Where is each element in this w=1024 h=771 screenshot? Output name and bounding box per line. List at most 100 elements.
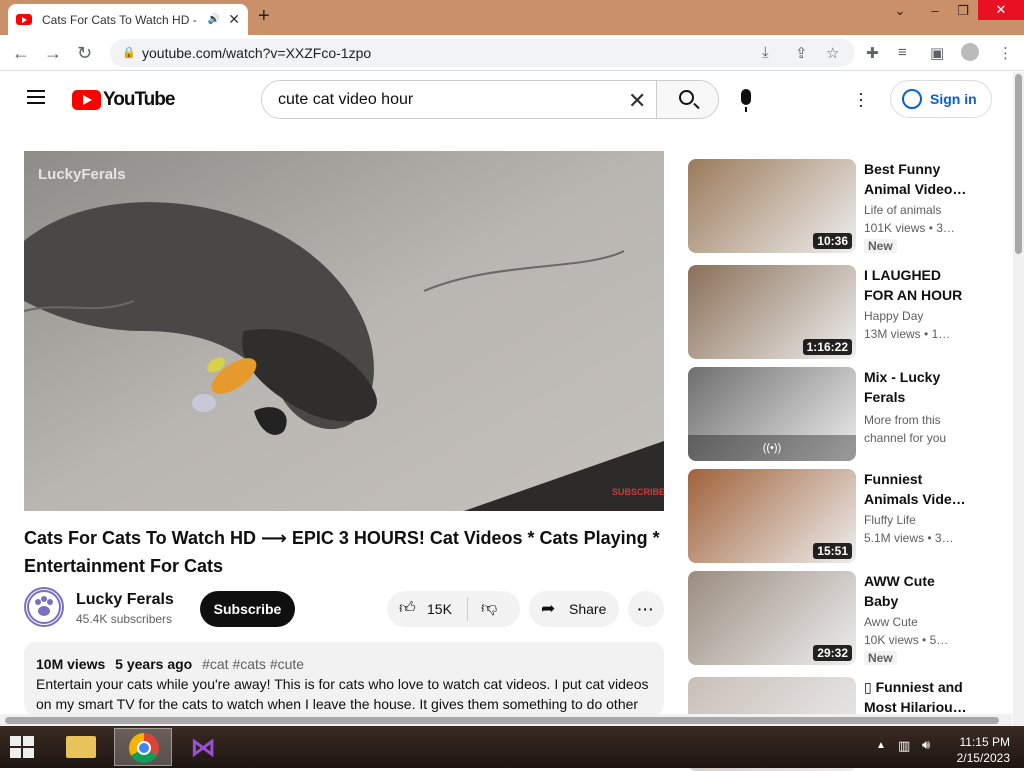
logo-text: YouTube — [103, 89, 175, 110]
recommendation-title[interactable]: I LAUGHED FOR AN HOUR😹… — [864, 265, 970, 305]
search-icon — [679, 90, 694, 105]
recommendation-stats: 10K views • 5… — [864, 633, 949, 647]
windows-taskbar: ⋈ ▲ ▥ 🔊︎ 11:15 PM 2/15/2023 — [0, 726, 1024, 768]
kebab-icon[interactable]: · · · — [858, 84, 864, 114]
mix-radio-icon: ((•)) — [688, 435, 856, 461]
view-count: 10M views — [36, 656, 106, 672]
like-icon[interactable]: 👍︎ — [399, 591, 416, 627]
address-bar[interactable]: 🔒 youtube.com/watch?v=XXZFco-1zpo — [110, 39, 855, 67]
recommendation-thumbnail[interactable]: 1:16:22 — [688, 265, 856, 359]
volume-icon[interactable]: 🔊︎ — [922, 737, 930, 753]
extensions-icon[interactable]: ✚ — [866, 44, 879, 62]
recommendation-item[interactable]: ((•)) Mix - Lucky Ferals More from this ch… — [688, 367, 998, 461]
tab-title: Cats For Cats To Watch HD - — [42, 12, 197, 27]
sidepanel-icon[interactable]: ▣ — [930, 44, 944, 62]
recommendation-thumbnail[interactable]: ((•)) — [688, 367, 856, 461]
more-actions-button[interactable]: ··· — [628, 591, 664, 627]
video-player[interactable]: LuckyFerals SUBSCRIBE — [24, 151, 664, 511]
horizontal-scrollbar[interactable] — [0, 714, 1012, 726]
more-icon: ··· — [637, 601, 655, 617]
dislike-icon[interactable]: 👎︎ — [481, 591, 497, 627]
youtube-header: YouTube ✕ ··· Sign in — [0, 72, 1012, 126]
duration-badge: 10:36 — [813, 233, 852, 249]
recommendation-item[interactable]: 1:16:22 I LAUGHED FOR AN HOUR😹… Happy Day 1… — [688, 265, 998, 359]
search-box: ✕ — [261, 80, 719, 119]
visual-studio-icon[interactable]: ⋈ — [176, 728, 234, 766]
system-clock[interactable]: 11:15 PM 2/15/2023 — [950, 734, 1010, 766]
clock-date: 2/15/2023 — [956, 751, 1010, 765]
url-text: youtube.com/watch?v=XXZFco-1zpo — [142, 45, 372, 61]
recommendation-thumbnail[interactable]: 15:51 — [688, 469, 856, 563]
subscriber-count: 45.4K subscribers — [76, 612, 173, 626]
upload-age: 5 years ago — [115, 656, 193, 672]
recommendation-channel: Happy Day — [864, 309, 924, 323]
close-icon[interactable]: ✕ — [228, 11, 240, 28]
windows-start-icon[interactable] — [10, 736, 36, 760]
subscribe-overlay[interactable]: SUBSCRIBE — [612, 487, 664, 497]
hashtags[interactable]: #cat #cats #cute — [202, 656, 304, 672]
file-explorer-icon[interactable] — [52, 728, 110, 766]
browser-tab[interactable]: Cats For Cats To Watch HD - 🔊 ✕ — [8, 4, 248, 35]
recommendation-title[interactable]: ▯ Funniest and Most Hilariou… — [864, 677, 970, 717]
like-count[interactable]: 15K — [427, 591, 452, 627]
description-box[interactable]: 10M views 5 years ago #cat #cats #cute E… — [24, 642, 664, 716]
search-button[interactable] — [656, 81, 718, 118]
subscribe-button[interactable]: Subscribe — [200, 591, 295, 627]
description-meta: 10M views 5 years ago #cat #cats #cute — [36, 654, 652, 674]
back-icon[interactable]: ← — [12, 43, 30, 64]
plus-icon[interactable]: + — [258, 5, 270, 28]
recommendation-title[interactable]: Best Funny Animal Video… — [864, 159, 970, 199]
share-icon[interactable]: ⇪ — [795, 44, 808, 62]
tab-search-icon[interactable]: ⌄ — [890, 0, 910, 24]
recommendation-stats: 5.1M views • 3… — [864, 531, 954, 545]
share-button[interactable]: ➦ Share — [529, 591, 619, 627]
recommendation-stats: 101K views • 3… — [864, 221, 955, 235]
recommendation-title[interactable]: Funniest Animals Vide… — [864, 469, 970, 509]
speaker-icon[interactable]: 🔊 — [208, 14, 220, 25]
window-close-icon[interactable]: ✕ — [978, 0, 1024, 20]
recommendation-item[interactable]: 10:36 Best Funny Animal Video… Life of ani… — [688, 159, 998, 253]
recommendation-title[interactable]: Mix - Lucky Ferals — [864, 367, 970, 407]
recommendation-channel: More from this channel for you — [864, 413, 947, 445]
recommendation-thumbnail[interactable]: 29:32 — [688, 571, 856, 665]
network-icon[interactable]: ▥ — [898, 738, 910, 754]
new-badge: New — [864, 651, 897, 665]
minimize-icon[interactable]: – — [920, 0, 950, 24]
hamburger-icon[interactable] — [27, 90, 45, 104]
restore-icon[interactable]: ❐ — [950, 0, 976, 24]
reload-icon[interactable]: ↻ — [77, 43, 92, 64]
sign-in-label: Sign in — [930, 91, 977, 107]
recommendation-item[interactable]: 15:51 Funniest Animals Vide… Fluffy Life 5.… — [688, 469, 998, 563]
share-label: Share — [569, 601, 607, 617]
media-icon[interactable]: ≡ — [898, 44, 907, 61]
duration-badge: 1:16:22 — [802, 339, 852, 355]
channel-avatar[interactable] — [24, 587, 64, 627]
recommendation-thumbnail[interactable]: 10:36 — [688, 159, 856, 253]
youtube-favicon — [16, 14, 32, 25]
recommendation-channel: Aww Cute — [864, 615, 918, 629]
recommendation-item[interactable]: 29:32 AWW Cute Baby Animals… Aww Cute 10K v… — [688, 571, 998, 665]
profile-icon[interactable] — [961, 43, 979, 61]
chrome-icon[interactable] — [114, 728, 172, 766]
install-icon[interactable]: ⤓ — [762, 44, 769, 61]
clear-icon[interactable]: ✕ — [628, 88, 646, 114]
recommendation-channel: Life of animals — [864, 203, 942, 217]
video-frame: LuckyFerals SUBSCRIBE — [24, 151, 664, 511]
recommendation-title[interactable]: AWW Cute Baby Animals… — [864, 571, 970, 611]
vertical-scrollbar[interactable] — [1013, 72, 1024, 726]
channel-name[interactable]: Lucky Ferals — [76, 591, 174, 609]
sign-in-button[interactable]: Sign in — [890, 80, 992, 118]
search-input[interactable] — [262, 81, 656, 118]
star-icon[interactable]: ☆ — [826, 44, 839, 62]
new-badge: New — [864, 239, 897, 253]
menu-icon[interactable]: ⋮ — [998, 44, 1013, 62]
duration-badge: 29:32 — [813, 645, 852, 661]
divider — [467, 597, 468, 621]
mic-icon[interactable] — [741, 89, 751, 112]
recommendation-stats: 13M views • 1… — [864, 327, 951, 341]
duration-badge: 15:51 — [813, 543, 852, 559]
tray-expand-icon[interactable]: ▲ — [876, 740, 886, 751]
youtube-logo[interactable]: YouTube — [72, 89, 175, 111]
like-dislike-group: 👍︎ 15K 👎︎ — [387, 591, 520, 627]
forward-icon[interactable]: → — [44, 43, 62, 64]
